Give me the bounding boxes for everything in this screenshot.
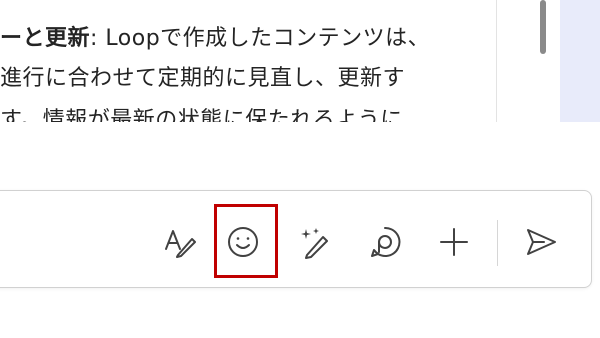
message-line-1-text: : Loopで作成したコンテンツは、	[90, 26, 431, 51]
loop-icon	[371, 226, 401, 257]
message-content: ーと更新: Loopで作成したコンテンツは、 進行に合わせて定期的に見直し、更新…	[0, 0, 497, 122]
message-line-1-bold: ーと更新	[0, 26, 91, 51]
attach-plus-button[interactable]	[426, 214, 482, 270]
format-icon	[165, 230, 196, 258]
message-line-2: 進行に合わせて定期的に見直し、更新す	[0, 66, 406, 91]
send-icon	[527, 229, 556, 255]
emoji-button-highlight	[214, 204, 278, 278]
send-button[interactable]	[513, 214, 569, 270]
message-line-3: す。情報が最新の状態に保たれるように	[0, 108, 403, 122]
toolbar-divider	[497, 220, 498, 266]
message-line-1: ーと更新: Loopで作成したコンテンツは、	[0, 20, 430, 52]
copilot-icon	[301, 228, 328, 259]
format-button[interactable]	[152, 214, 208, 270]
loop-component-button[interactable]	[357, 214, 413, 270]
scrollbar-thumb[interactable]	[540, 0, 546, 54]
copilot-rewrite-button[interactable]	[288, 214, 344, 270]
plus-icon	[440, 228, 468, 256]
side-panel	[560, 0, 600, 122]
